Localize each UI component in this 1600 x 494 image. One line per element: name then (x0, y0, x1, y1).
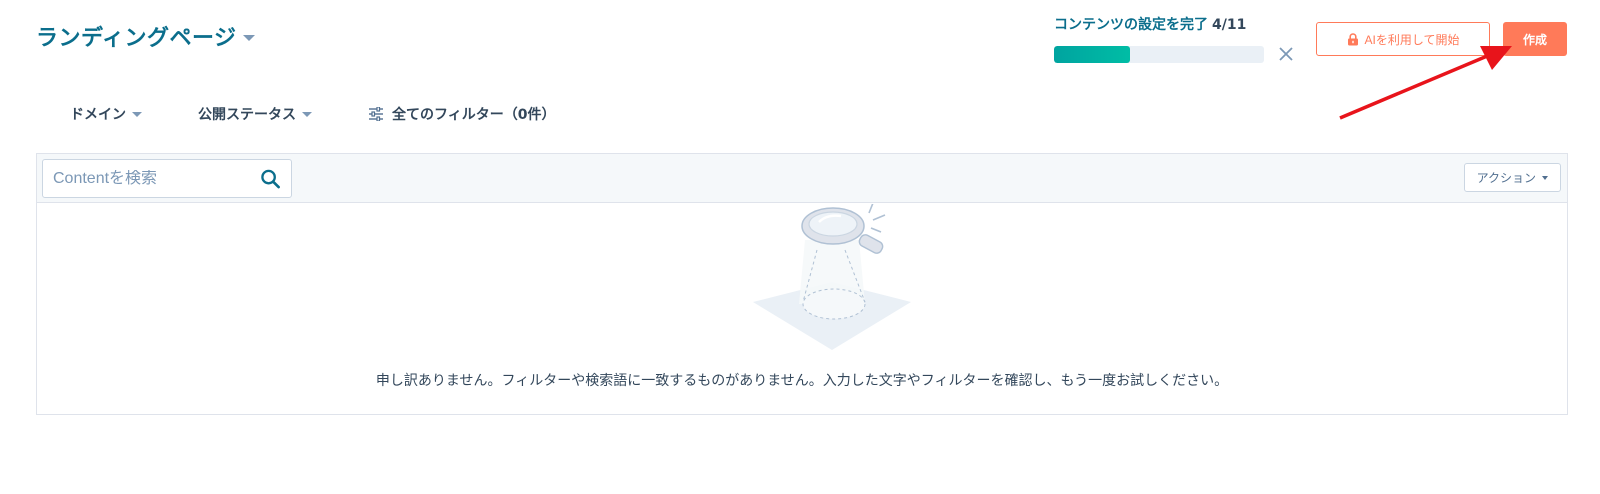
actions-dropdown-button[interactable]: アクション (1463, 163, 1561, 192)
search-input[interactable] (53, 169, 260, 188)
publish-status-filter-label: 公開ステータス (198, 107, 296, 123)
table-toolbar: アクション (37, 154, 1567, 203)
chevron-down-icon (1542, 175, 1548, 180)
all-filters-button[interactable]: 全てのフィルター（0件） (368, 104, 555, 124)
actions-label: アクション (1476, 171, 1536, 185)
all-filters-label: 全てのフィルター（0件） (392, 107, 556, 123)
progress-count: 4/11 (1212, 17, 1247, 33)
chevron-down-icon (132, 111, 142, 117)
setup-progress: コンテンツの設定を完了 4/11 (1054, 14, 1294, 63)
create-button[interactable]: 作成 (1503, 22, 1567, 56)
chevron-down-icon (302, 111, 312, 117)
page-title: ランディングページ (36, 26, 237, 51)
sliders-icon (369, 107, 383, 121)
close-icon[interactable] (1274, 42, 1298, 66)
progress-label[interactable]: コンテンツの設定を完了 4/11 (1054, 14, 1294, 34)
chevron-down-icon (242, 35, 255, 41)
filter-bar: ドメイン 公開ステータス 全てのフィルター（0件） (70, 104, 555, 124)
content-table: アクション 申し訳ありません。フィルターや検索語に一致するものがありません。入力… (36, 153, 1568, 415)
search-box (42, 159, 292, 198)
publish-status-filter[interactable]: 公開ステータス (198, 104, 312, 124)
search-icon[interactable] (260, 168, 281, 190)
domain-filter[interactable]: ドメイン (70, 104, 142, 124)
empty-state: 申し訳ありません。フィルターや検索語に一致するものがありません。入力した文字やフ… (37, 204, 1567, 414)
lock-icon (1347, 32, 1358, 45)
empty-state-message: 申し訳ありません。フィルターや検索語に一致するものがありません。入力した文字やフ… (375, 373, 1229, 389)
progress-bar-fill (1054, 46, 1130, 63)
progress-label-text: コンテンツの設定を完了 (1054, 17, 1208, 33)
magnifier-spotlight-illustration-icon (753, 204, 911, 350)
page-title-dropdown[interactable]: ランディングページ (36, 20, 255, 52)
ai-start-button[interactable]: AIを利用して開始 (1316, 22, 1490, 56)
ai-start-label: AIを利用して開始 (1364, 32, 1460, 47)
domain-filter-label: ドメイン (70, 107, 126, 123)
progress-bar (1054, 46, 1264, 63)
